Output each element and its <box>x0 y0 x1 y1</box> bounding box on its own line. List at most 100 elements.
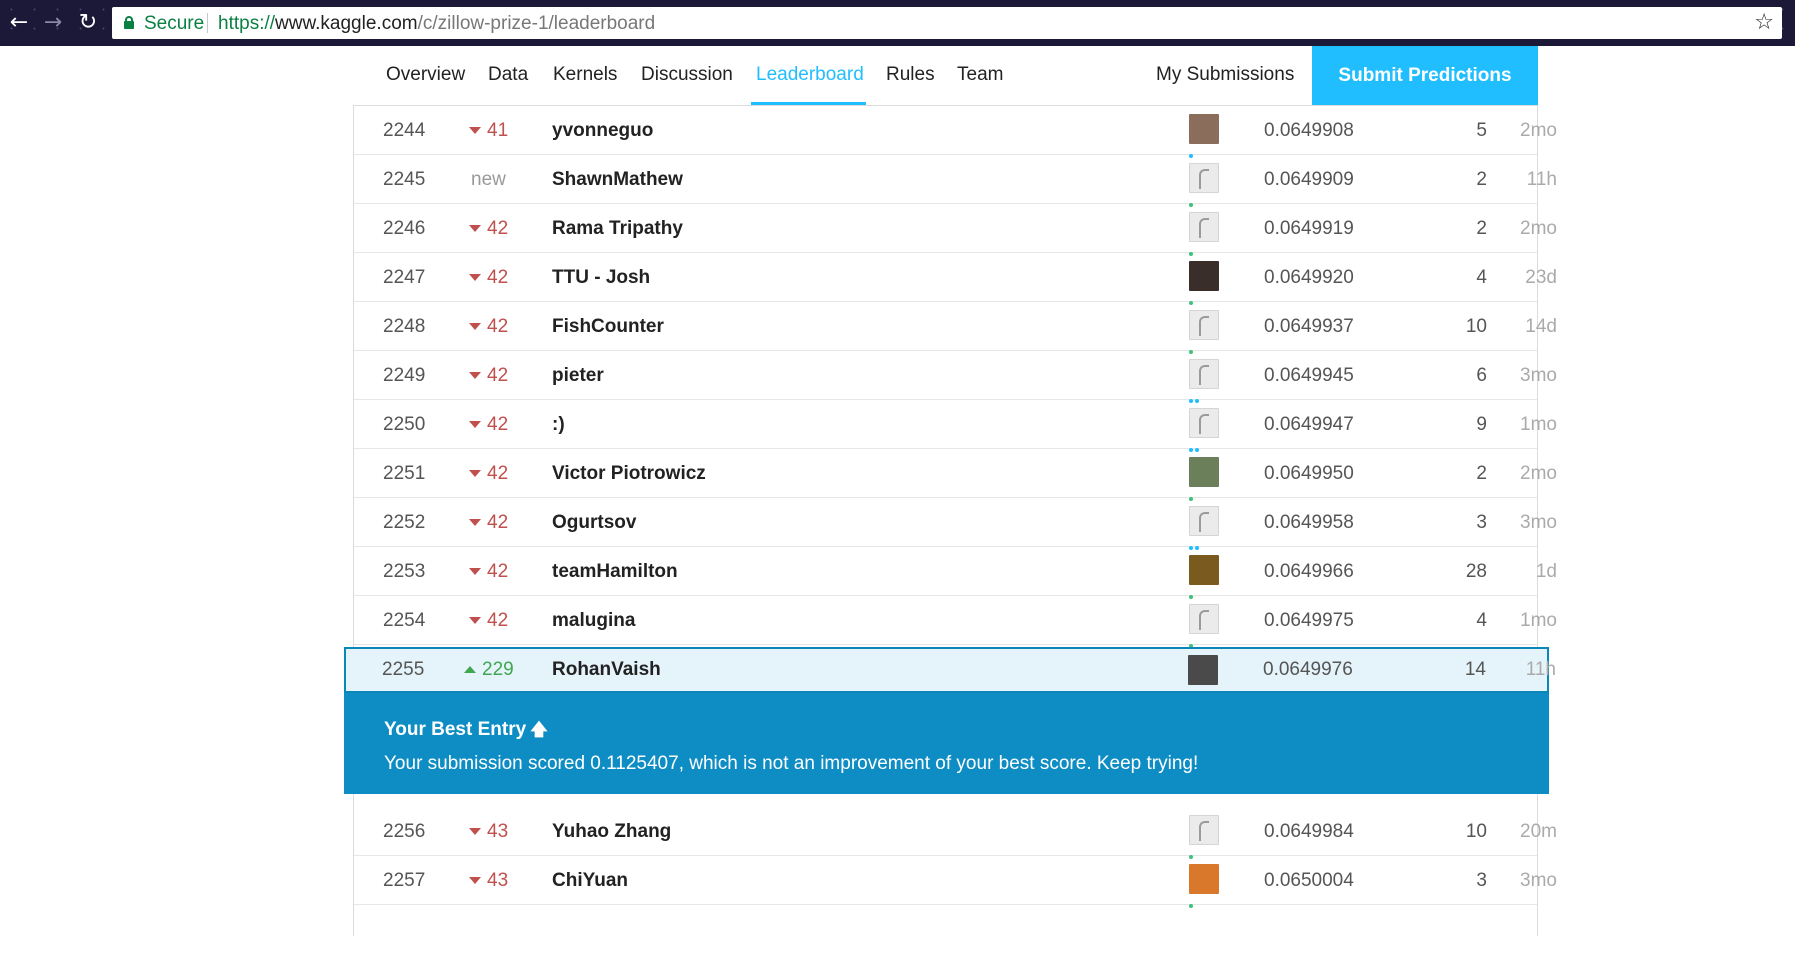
team-name[interactable]: Victor Piotrowicz <box>552 449 706 498</box>
rank-change-cell: 42 <box>469 204 529 253</box>
tab-team[interactable]: Team <box>957 64 1003 86</box>
avatar[interactable] <box>1189 864 1219 894</box>
team-name[interactable]: malugina <box>552 596 635 645</box>
team-name[interactable]: yvonneguo <box>552 106 653 155</box>
browser-toolbar: ← → ↻ Secure https://www.kaggle.com/c/zi… <box>0 0 1795 46</box>
team-name[interactable]: RohanVaish <box>552 649 661 691</box>
default-avatar-icon[interactable] <box>1189 604 1219 634</box>
banner-title: Your Best Entry 🡅 <box>384 717 548 746</box>
table-row[interactable]: 2244 41 yvonneguo 0.0649908 5 2mo <box>354 106 1557 158</box>
tier-dots <box>1189 390 1201 403</box>
rank-change-value: 42 <box>487 463 509 484</box>
tab-discussion[interactable]: Discussion <box>641 64 733 86</box>
rank-change-cell: 229 <box>464 649 524 691</box>
rank-cell: 2252 <box>383 512 426 533</box>
team-name[interactable]: :) <box>552 400 565 449</box>
team-name[interactable]: ChiYuan <box>552 856 628 905</box>
tab-my-submissions[interactable]: My Submissions <box>1156 64 1294 86</box>
rank-cell: 2257 <box>383 870 426 891</box>
banner-message: Your submission scored 0.1125407, which … <box>384 753 1199 774</box>
avatar[interactable] <box>1189 114 1219 144</box>
rank-change-cell: 42 <box>469 498 529 547</box>
last-submission-cell: 2mo <box>1520 463 1557 484</box>
address-separator <box>207 13 208 33</box>
last-submission-cell: 3mo <box>1520 870 1557 891</box>
score-cell: 0.0649919 <box>1264 218 1354 239</box>
score-cell: 0.0649966 <box>1264 561 1354 582</box>
rank-cell: 2251 <box>383 463 426 484</box>
table-row[interactable]: 2252 42 Ogurtsov 0.0649958 3 3mo <box>354 498 1557 550</box>
score-cell: 0.0649920 <box>1264 267 1354 288</box>
tab-kernels[interactable]: Kernels <box>553 64 617 86</box>
default-avatar-icon[interactable] <box>1189 212 1219 242</box>
default-avatar-icon[interactable] <box>1189 815 1219 845</box>
tab-data[interactable]: Data <box>488 64 528 86</box>
table-row[interactable]: 2257 43 ChiYuan 0.0650004 3 3mo <box>354 856 1557 908</box>
table-row[interactable]: 2254 42 malugina 0.0649975 4 1mo <box>354 596 1557 648</box>
team-name[interactable]: ShawnMathew <box>552 155 683 204</box>
default-avatar-icon[interactable] <box>1189 359 1219 389</box>
rank-change-cell: 42 <box>469 547 529 596</box>
url-text[interactable]: https://www.kaggle.com/c/zillow-prize-1/… <box>218 13 655 35</box>
table-row[interactable]: 2256 43 Yuhao Zhang 0.0649984 10 20m <box>354 807 1557 859</box>
secure-label: Secure <box>144 13 205 34</box>
team-name[interactable]: TTU - Josh <box>552 253 650 302</box>
triangle-up-icon <box>464 666 476 674</box>
team-name[interactable]: teamHamilton <box>552 547 678 596</box>
triangle-down-icon <box>469 877 481 885</box>
leaderboard-table: 2244 41 yvonneguo 0.0649908 5 2mo 2245 new Shawn… <box>353 106 1557 936</box>
rank-cell: 2248 <box>383 316 426 337</box>
bookmark-star-icon[interactable]: ☆ <box>1754 10 1774 35</box>
triangle-down-icon <box>469 421 481 429</box>
tab-rules[interactable]: Rules <box>886 64 935 86</box>
table-row[interactable]: 2248 42 FishCounter 0.0649937 10 14d <box>354 302 1557 354</box>
rank-change-value: 42 <box>487 316 509 337</box>
rank-cell: 2249 <box>383 365 426 386</box>
avatar[interactable] <box>1189 261 1219 291</box>
default-avatar-icon[interactable] <box>1189 506 1219 536</box>
table-row[interactable]: 2249 42 pieter 0.0649945 6 3mo <box>354 351 1557 403</box>
table-row[interactable]: 2245 new ShawnMathew 0.0649909 2 11h <box>354 155 1557 207</box>
default-avatar-icon[interactable] <box>1189 408 1219 438</box>
default-avatar-icon[interactable] <box>1189 163 1219 193</box>
score-cell: 0.0649908 <box>1264 120 1354 141</box>
triangle-down-icon <box>469 617 481 625</box>
triangle-down-icon <box>469 127 481 135</box>
tab-leaderboard[interactable]: Leaderboard <box>756 64 864 86</box>
team-name[interactable]: FishCounter <box>552 302 664 351</box>
triangle-down-icon <box>469 225 481 233</box>
last-submission-cell: 3mo <box>1520 365 1557 386</box>
avatar[interactable] <box>1188 655 1218 685</box>
last-submission-cell: 2mo <box>1520 120 1557 141</box>
table-row[interactable]: 2250 42:) 0.0649947 9 1mo <box>354 400 1557 452</box>
forward-icon[interactable]: → <box>40 10 66 36</box>
avatar[interactable] <box>1189 555 1219 585</box>
table-row[interactable]: 2251 42 Victor Piotrowicz 0.0649950 2 2mo <box>354 449 1557 501</box>
back-icon[interactable]: ← <box>6 10 32 36</box>
table-row[interactable]: 2246 42 Rama Tripathy 0.0649919 2 2mo <box>354 204 1557 256</box>
submit-predictions-button[interactable]: Submit Predictions <box>1312 46 1538 105</box>
my-leaderboard-row[interactable]: 2255 229 RohanVaish 0.0649976 14 11h <box>344 647 1556 698</box>
rank-change-cell: 42 <box>469 253 529 302</box>
rank-change-value: 42 <box>487 365 509 386</box>
rank-change-value: 42 <box>487 218 509 239</box>
avatar[interactable] <box>1189 457 1219 487</box>
reload-icon[interactable]: ↻ <box>75 10 101 36</box>
score-cell: 0.0649909 <box>1264 169 1354 190</box>
team-name[interactable]: pieter <box>552 351 604 400</box>
lock-icon <box>124 16 134 29</box>
rank-change-cell: 42 <box>469 449 529 498</box>
rank-change-value: 42 <box>487 512 509 533</box>
address-bar[interactable]: Secure https://www.kaggle.com/c/zillow-p… <box>112 7 1782 39</box>
tier-dots <box>1189 194 1195 207</box>
table-row[interactable]: 2253 42 teamHamilton 0.0649966 28 1d <box>354 547 1557 599</box>
score-cell: 0.0649975 <box>1264 610 1354 631</box>
rank-cell: 2256 <box>383 821 426 842</box>
default-avatar-icon[interactable] <box>1189 310 1219 340</box>
team-name[interactable]: Yuhao Zhang <box>552 807 671 856</box>
tier-dots <box>1189 586 1195 599</box>
team-name[interactable]: Rama Tripathy <box>552 204 683 253</box>
team-name[interactable]: Ogurtsov <box>552 498 636 547</box>
table-row[interactable]: 2247 42 TTU - Josh 0.0649920 4 23d <box>354 253 1557 305</box>
tab-overview[interactable]: Overview <box>386 64 465 86</box>
